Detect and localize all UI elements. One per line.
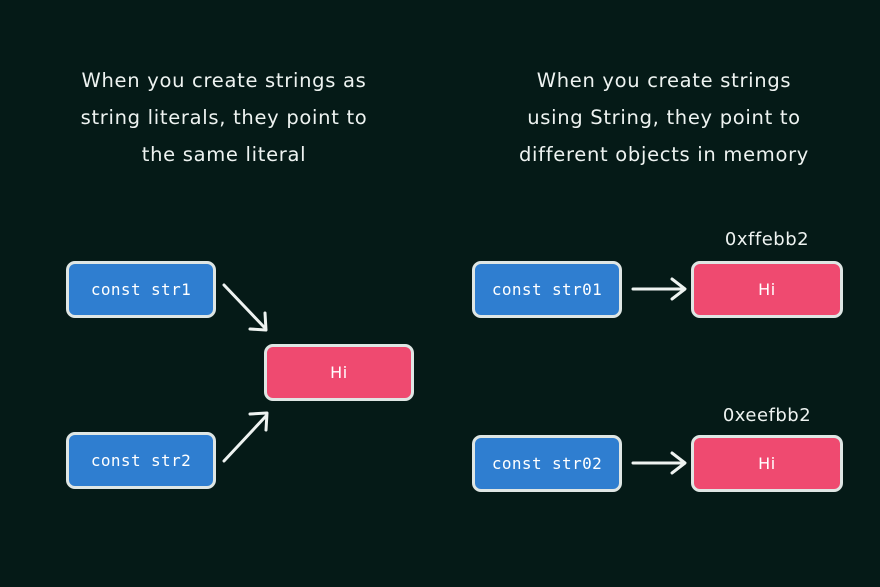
left-panel-heading: When you create strings as string litera…	[80, 69, 368, 166]
variable-box-str1-label: const str1	[90, 280, 192, 299]
object-box-hi-1[interactable]: Hi	[691, 261, 843, 318]
object-box-hi-2[interactable]: Hi	[691, 435, 843, 492]
object-box-hi-1-label: Hi	[758, 280, 776, 299]
arrow-str02-to-hi-icon	[631, 451, 687, 475]
variable-box-str02-label: const str02	[491, 454, 603, 473]
variable-box-str02[interactable]: const str02	[472, 435, 622, 492]
variable-box-str01-label: const str01	[491, 280, 603, 299]
arrow-str01-to-hi-icon	[631, 277, 687, 301]
diagram-canvas: When you create strings as string litera…	[0, 0, 880, 587]
arrow-str1-to-hi-icon	[222, 283, 268, 332]
memory-address-label-1: 0xffebb2	[724, 229, 810, 250]
variable-box-str01[interactable]: const str01	[472, 261, 622, 318]
memory-address-label-2: 0xeefbb2	[722, 405, 812, 426]
variable-box-str1[interactable]: const str1	[66, 261, 216, 318]
object-box-hi-2-label: Hi	[758, 454, 776, 473]
arrow-str2-to-hi-icon	[222, 411, 269, 463]
shared-literal-box-hi-label: Hi	[330, 363, 348, 382]
shared-literal-box-hi[interactable]: Hi	[264, 344, 414, 401]
right-panel-heading: When you create strings using String, th…	[518, 69, 810, 166]
variable-box-str2-label: const str2	[90, 451, 192, 470]
variable-box-str2[interactable]: const str2	[66, 432, 216, 489]
